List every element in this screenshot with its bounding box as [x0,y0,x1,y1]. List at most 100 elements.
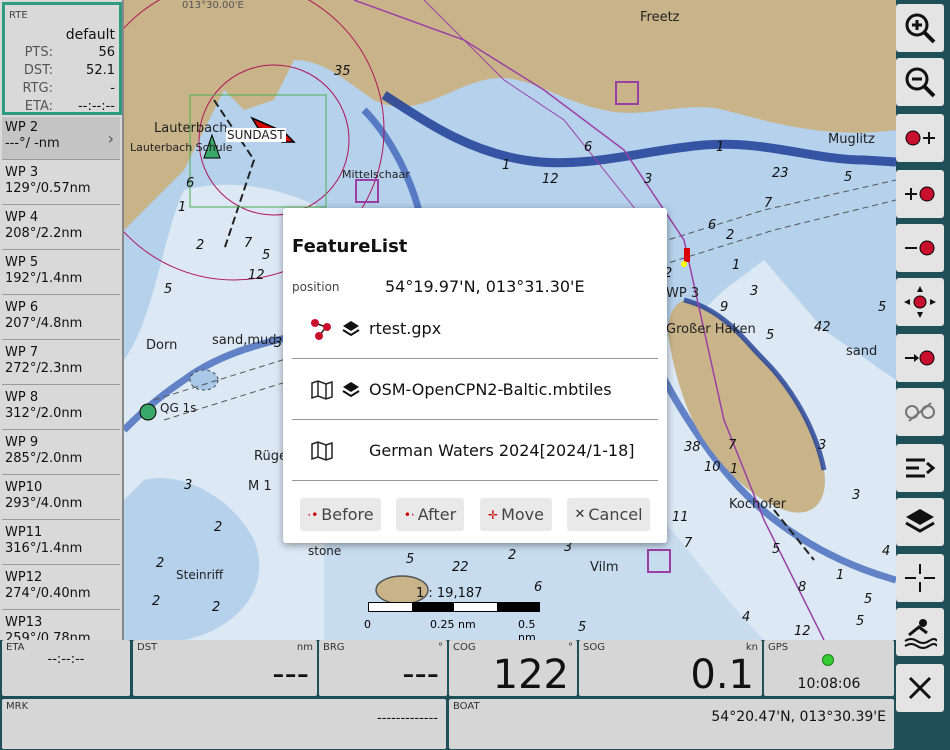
depth-sounding: 1 [732,258,741,273]
goto-waypoint-button[interactable] [896,334,944,382]
feature-item-osm-chart[interactable]: OSM-OpenCPN2-Baltic.mbtiles [292,360,658,420]
move-button[interactable]: ✛ Move [480,498,552,531]
cancel-button-label: Cancel [588,505,643,524]
waypoint-item[interactable]: WP 2 ---°/ -nm › [2,117,120,160]
gps-display[interactable]: GPS 10:08:06 [764,640,894,696]
scale-tick-2: 0.5 nm [518,618,536,640]
depth-sounding: 1 [178,200,187,215]
waypoint-item[interactable]: WP12 274°/0.40nm [2,567,120,610]
feature-name: German Waters 2024[2024/1-18] [369,441,635,460]
route-list-button[interactable] [896,444,944,492]
waypoint-item[interactable]: WP10 293°/4.0nm [2,477,120,520]
layers-button[interactable] [896,498,944,546]
depth-sounding: 5 [772,542,781,557]
depth-sounding: 4 [882,544,891,559]
man-overboard-button[interactable] [896,608,944,656]
waypoint-item[interactable]: WP 9 285°/2.0nm [2,432,120,475]
place-label-kochofer: Kochofer [729,497,787,512]
place-label-steinriff: Steinriff [176,568,224,582]
center-icon [904,286,936,318]
anchor-lock-button[interactable] [896,554,944,602]
waypoint-item[interactable]: WP 5 192°/1.4nm [2,252,120,295]
waypoint-item[interactable]: WP13 259°/0.78nm [2,612,120,640]
route-icon [311,319,331,340]
depth-sounding: 7 [764,196,773,211]
move-icon: ✛ [488,507,499,522]
depth-sounding: 5 [164,282,173,297]
layers-icon [905,509,935,533]
depth-sounding: 3 [184,478,193,493]
zoom-in-button[interactable] [896,4,944,52]
sog-display[interactable]: SOG kn 0.1 [579,640,762,696]
mrk-display[interactable]: MRK ------------- [2,699,446,749]
waypoint-name: WP11 [5,525,43,540]
depth-sounding: 12 [248,268,265,283]
waypoint-name: WP 3 [5,165,39,180]
place-label-lauterbach-schule: Lauterbach Schule [130,141,233,154]
gps-label: GPS [768,642,789,653]
waypoint-name: WP 8 [5,390,39,405]
depth-sounding: 3 [818,438,827,453]
depth-sounding: 4 [742,610,751,625]
man-overboard-icon [904,619,937,649]
place-label-grosser-haken: Großer Haken [666,322,756,337]
chevron-right-icon: › [107,129,114,148]
depth-sounding: 1 [502,158,511,173]
feature-item-german-waters[interactable]: German Waters 2024[2024/1-18] [292,421,658,481]
add-waypoint-before-button[interactable] [896,114,944,162]
boat-position-value: 54°20.47'N, 013°30.39'E [711,709,886,725]
route-stat-dst: DST: 52.1 [9,63,115,81]
waypoint-item[interactable]: WP 3 129°/0.57nm [2,162,120,205]
cancel-button[interactable]: ✕ Cancel [567,498,650,531]
scale-ratio: 1 : 19,187 [416,586,483,601]
depth-sounding: 7 [684,536,693,551]
waypoint-item[interactable]: WP 7 272°/2.3nm [2,342,120,385]
route-stat-label: RTG: [22,81,53,96]
depth-sounding: 23 [772,166,789,181]
depth-sounding: 5 [578,620,587,635]
feature-item-route[interactable]: rtest.gpx [292,299,658,359]
add-waypoint-after-button[interactable] [896,170,944,218]
waypoint-bearing-distance: 272°/2.3nm [5,361,83,376]
depth-sounding: 6 [584,140,593,155]
light-label-qg: QG 1s [160,401,197,415]
scale-bar: 1 : 19,187 0 0.25 nm 0.5 nm [364,586,544,640]
close-button[interactable] [896,664,944,712]
cog-label: COG [453,642,476,653]
instrument-panel: ETA --:--:-- DST nm --- BRG ° --- COG ° … [0,640,896,750]
depth-sounding: 1 [836,568,845,583]
gps-status-icon [822,654,834,666]
zoom-out-button[interactable] [896,58,944,106]
route-stat-value: 56 [98,45,115,60]
route-stat-label: PTS: [24,45,53,60]
insert-after-icon: •· [403,507,415,522]
waypoint-name: WP 5 [5,255,39,270]
waypoint-item[interactable]: WP 6 207°/4.8nm [2,297,120,340]
eta-display[interactable]: ETA --:--:-- [2,640,130,696]
depth-sounding: 3 [644,172,653,187]
before-button[interactable]: ·• Before [300,498,381,531]
after-button[interactable]: •· After [396,498,464,531]
dst-display[interactable]: DST nm --- [133,640,317,696]
waypoint-name: WP10 [5,480,43,495]
waypoint-name: WP 4 [5,210,39,225]
delete-waypoint-button[interactable] [896,224,944,272]
cog-display[interactable]: COG ° 122 [449,640,577,696]
waypoint-item[interactable]: WP 4 208°/2.2nm [2,207,120,250]
waypoint-item[interactable]: WP 8 312°/2.0nm [2,387,120,430]
center-button[interactable] [896,278,944,326]
map-icon [311,380,333,400]
depth-sounding: 7 [244,236,253,251]
brg-display[interactable]: BRG ° --- [319,640,447,696]
place-label-sundast: SUNDAST [226,128,286,142]
seabed-label-sand: sand [846,344,878,359]
route-stat-eta: ETA: --:--:-- [9,99,115,117]
depth-sounding: 2 [152,594,161,609]
depth-sounding: 12 [542,172,559,187]
route-toggle-button[interactable] [896,388,944,436]
route-summary[interactable]: RTE default PTS: 56 DST: 52.1 RTG: - ETA… [2,2,122,115]
route-summary-title: RTE [9,10,28,21]
boat-position-display[interactable]: BOAT 54°20.47'N, 013°30.39'E [449,699,894,749]
cog-value: 122 [492,652,569,696]
waypoint-item[interactable]: WP11 316°/1.4nm [2,522,120,565]
